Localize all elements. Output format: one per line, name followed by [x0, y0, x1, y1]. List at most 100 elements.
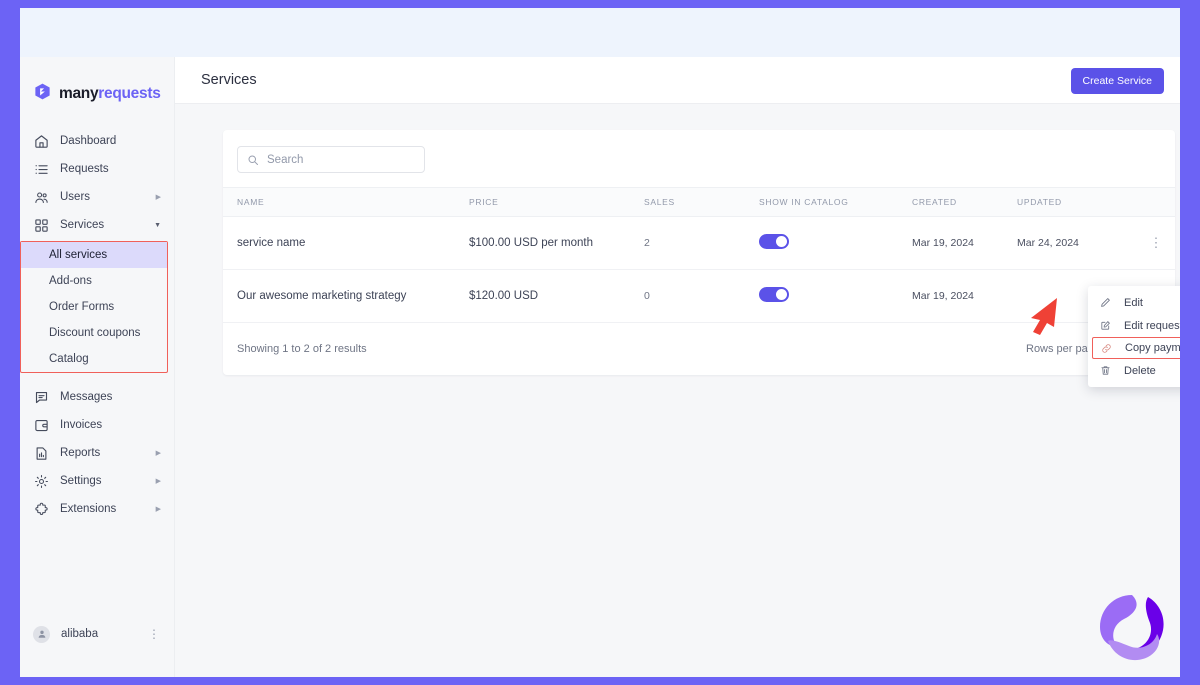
context-menu-item-delete[interactable]: Delete — [1088, 359, 1180, 382]
sidebar-item-requests[interactable]: Requests — [20, 155, 174, 183]
sidebar-item-label: Messages — [60, 391, 113, 403]
table-row[interactable]: service name $100.00 USD per month 2 Mar… — [223, 216, 1175, 270]
sidebar-subitem-label: All services — [49, 249, 108, 261]
cell-price: $120.00 USD — [469, 269, 644, 323]
column-header-created: CREATED — [912, 187, 1017, 217]
manyrequests-logo-icon — [33, 82, 52, 106]
search-input[interactable] — [267, 153, 407, 166]
cell-sales: 0 — [644, 269, 759, 323]
chevron-right-icon: ▶ — [155, 449, 161, 457]
app-window: manyrequests Dashboard Requests Users ▶ … — [20, 8, 1180, 677]
sidebar: manyrequests Dashboard Requests Users ▶ … — [20, 57, 175, 677]
sidebar-item-users[interactable]: Users ▶ — [20, 183, 174, 211]
sidebar-subitem-discount-coupons[interactable]: Discount coupons — [21, 320, 167, 346]
main-content: Services Create Service NAME PRICE SALES — [175, 57, 1180, 677]
services-submenu-highlight: All services Add-ons Order Forms Discoun… — [20, 241, 168, 373]
show-in-catalog-toggle[interactable] — [759, 287, 789, 302]
sidebar-item-messages[interactable]: Messages — [20, 383, 174, 411]
sidebar-subitem-all-services[interactable]: All services — [21, 242, 167, 268]
table-row[interactable]: Our awesome marketing strategy $120.00 U… — [223, 269, 1175, 323]
column-header-sales: SALES — [644, 187, 759, 217]
cell-updated: Mar 24, 2024 — [1017, 216, 1137, 270]
cell-name: service name — [223, 216, 469, 270]
table-body: service name $100.00 USD per month 2 Mar… — [223, 216, 1175, 323]
sidebar-item-services[interactable]: Services ▼ — [20, 211, 174, 239]
sidebar-item-label: Settings — [60, 475, 102, 487]
sidebar-subitem-order-forms[interactable]: Order Forms — [21, 294, 167, 320]
context-menu-item-label: Edit request form — [1124, 319, 1180, 332]
sidebar-user-name: alibaba — [61, 628, 99, 640]
logo-text-requests: requests — [98, 85, 161, 102]
cell-actions: ⋮ — [1137, 216, 1175, 270]
cell-show-in-catalog — [759, 269, 912, 323]
chevron-right-icon: ▶ — [155, 505, 161, 513]
table-footer: Showing 1 to 2 of 2 results Rows per pag… — [223, 323, 1175, 375]
sidebar-user[interactable]: alibaba ⋮ — [20, 617, 174, 651]
context-menu-item-copy-payment-link[interactable]: Copy payment link — [1092, 337, 1180, 359]
message-icon — [33, 389, 49, 405]
services-card: NAME PRICE SALES SHOW IN CATALOG CREATED… — [223, 130, 1180, 387]
cell-sales: 2 — [644, 216, 759, 270]
column-header-name: NAME — [223, 187, 469, 217]
sidebar-item-label: Services — [60, 219, 105, 231]
home-icon — [33, 133, 49, 149]
row-context-menu: Edit Edit request form Copy payment link — [1088, 286, 1180, 387]
cell-created: Mar 19, 2024 — [912, 216, 1017, 270]
link-icon — [1100, 342, 1113, 355]
cell-price: $100.00 USD per month — [469, 216, 644, 270]
context-menu-item-edit-request-form[interactable]: Edit request form — [1088, 314, 1180, 337]
show-in-catalog-toggle[interactable] — [759, 234, 789, 249]
app-logo[interactable]: manyrequests — [20, 57, 174, 109]
row-menu-icon[interactable]: ⋮ — [1150, 236, 1163, 249]
card-toolbar — [223, 130, 1175, 187]
sidebar-item-dashboard[interactable]: Dashboard — [20, 127, 174, 155]
edit-form-icon — [1099, 319, 1112, 332]
sidebar-item-reports[interactable]: Reports ▶ — [20, 439, 174, 467]
page-title: Services — [201, 72, 257, 88]
sidebar-item-label: Extensions — [60, 503, 117, 515]
users-icon — [33, 189, 49, 205]
grid-icon — [33, 217, 49, 233]
search-box[interactable] — [237, 146, 425, 173]
pencil-icon — [1099, 296, 1112, 309]
sidebar-item-label: Dashboard — [60, 135, 117, 147]
sidebar-subitem-label: Order Forms — [49, 301, 115, 313]
context-menu-item-label: Copy payment link — [1125, 342, 1180, 354]
logo-text: manyrequests — [59, 85, 161, 103]
context-menu-item-edit[interactable]: Edit — [1088, 291, 1180, 314]
top-strip — [20, 8, 1180, 57]
column-header-show-in-catalog: SHOW IN CATALOG — [759, 187, 912, 217]
user-menu-icon[interactable]: ⋮ — [148, 628, 160, 640]
brand-watermark-icon — [1084, 585, 1180, 677]
logo-text-many: many — [59, 85, 99, 102]
column-header-actions — [1137, 187, 1175, 217]
invoice-icon — [33, 417, 49, 433]
trash-icon — [1099, 364, 1112, 377]
sidebar-item-extensions[interactable]: Extensions ▶ — [20, 495, 174, 523]
sidebar-item-settings[interactable]: Settings ▶ — [20, 467, 174, 495]
sidebar-item-label: Requests — [60, 163, 109, 175]
sidebar-nav: Dashboard Requests Users ▶ Services ▼ Al… — [20, 127, 174, 523]
sidebar-item-invoices[interactable]: Invoices — [20, 411, 174, 439]
list-icon — [33, 161, 49, 177]
cell-created: Mar 19, 2024 — [912, 269, 1017, 323]
chevron-right-icon: ▶ — [155, 477, 161, 485]
context-menu-item-label: Delete — [1124, 364, 1156, 377]
chevron-down-icon: ▼ — [154, 221, 161, 229]
cell-show-in-catalog — [759, 216, 912, 270]
avatar — [33, 625, 50, 643]
page-header: Services Create Service — [175, 57, 1180, 104]
puzzle-icon — [33, 501, 49, 517]
sidebar-subitem-label: Discount coupons — [49, 327, 141, 339]
sidebar-subitem-label: Add-ons — [49, 275, 92, 287]
sidebar-item-label: Invoices — [60, 419, 103, 431]
cell-name: Our awesome marketing strategy — [223, 269, 469, 323]
sidebar-subitem-catalog[interactable]: Catalog — [21, 346, 167, 372]
sidebar-item-label: Users — [60, 191, 91, 203]
report-icon — [33, 445, 49, 461]
gear-icon — [33, 473, 49, 489]
sidebar-subitem-add-ons[interactable]: Add-ons — [21, 268, 167, 294]
results-summary: Showing 1 to 2 of 2 results — [237, 343, 367, 355]
sidebar-item-label: Reports — [60, 447, 101, 459]
create-service-button[interactable]: Create Service — [1070, 68, 1164, 94]
